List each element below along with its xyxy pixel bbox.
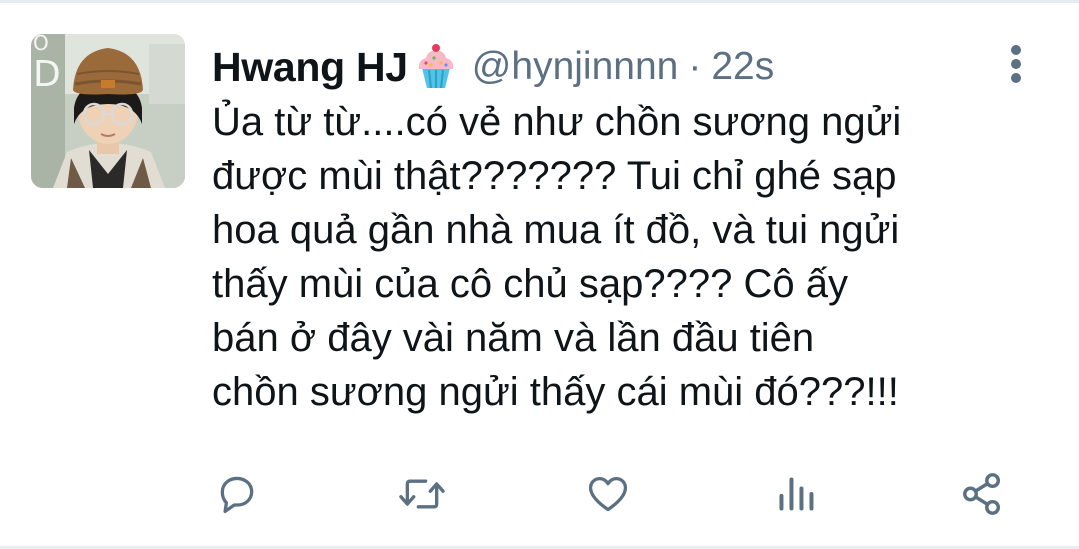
avatar-photo: D O bbox=[31, 34, 185, 188]
cupcake-emoji-icon bbox=[414, 44, 458, 90]
more-vertical-icon bbox=[1011, 45, 1021, 83]
like-button[interactable] bbox=[580, 466, 636, 522]
share-button[interactable] bbox=[954, 466, 1010, 522]
retweet-button[interactable] bbox=[394, 466, 450, 522]
timestamp[interactable]: 22s bbox=[711, 45, 774, 89]
share-icon bbox=[963, 473, 1001, 515]
analytics-button[interactable] bbox=[768, 466, 824, 522]
user-handle[interactable]: @hynjinnnn bbox=[472, 45, 679, 89]
avatar[interactable]: D O bbox=[31, 34, 185, 188]
tweet-header: Hwang HJ @hynjinnnn · 22s bbox=[212, 39, 774, 95]
svg-text:D: D bbox=[33, 54, 61, 95]
svg-text:O: O bbox=[33, 34, 49, 55]
reply-icon bbox=[220, 476, 254, 514]
header-separator: · bbox=[688, 45, 702, 88]
tweet-text: Ủa từ từ....có vẻ như chồn sương ngửi đư… bbox=[212, 100, 902, 414]
heart-icon bbox=[588, 476, 628, 512]
more-options-button[interactable] bbox=[1000, 41, 1032, 87]
retweet-icon bbox=[399, 479, 445, 509]
tweet-actions bbox=[0, 466, 1079, 522]
reply-button[interactable] bbox=[209, 466, 265, 522]
display-name[interactable]: Hwang HJ bbox=[212, 44, 408, 91]
analytics-icon bbox=[779, 477, 814, 511]
tweet-card[interactable]: D O Hwang HJ @hynjinnnn · 22s Ủa từ từ..… bbox=[0, 0, 1079, 549]
